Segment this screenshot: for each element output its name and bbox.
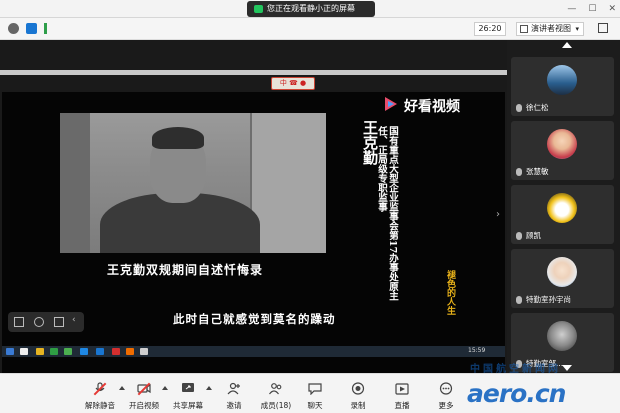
- more-button[interactable]: 更多: [426, 380, 466, 412]
- screen-share-indicator[interactable]: 您正在观看静小正的屏幕: [247, 1, 375, 17]
- participant-tile[interactable]: 顾凯: [511, 185, 614, 244]
- subject-title: 国有重点大型企业监事会第17办事处原主任、正局级专职监事: [376, 126, 398, 301]
- share-screen-icon: [182, 383, 194, 392]
- app-icon: [126, 348, 134, 355]
- scroll-down-icon[interactable]: [562, 365, 572, 371]
- close-icon[interactable]: ✕: [608, 4, 616, 14]
- remote-taskbar: 15:59: [2, 346, 505, 357]
- shield-icon[interactable]: [26, 23, 37, 34]
- participant-tile[interactable]: 张慧敏: [511, 121, 614, 180]
- more-label: 更多: [438, 401, 454, 410]
- participant-name: 张慧敏: [526, 167, 549, 176]
- emoji-icon[interactable]: [34, 317, 44, 327]
- scroll-up-icon[interactable]: [562, 42, 572, 48]
- participant-name: 顾凯: [526, 231, 541, 240]
- video-photo: [60, 113, 326, 253]
- remote-window-title: 中 ☎ ●: [271, 77, 315, 90]
- members-icon: [269, 383, 282, 395]
- avatar: [547, 129, 577, 159]
- fullscreen-icon[interactable]: [598, 23, 608, 33]
- title-bar: 您正在观看静小正的屏幕 — ☐ ✕: [0, 0, 620, 18]
- screen-share-icon: [254, 5, 263, 13]
- brand-watermark: 好看视频: [404, 99, 460, 115]
- microphone-icon: [516, 296, 522, 304]
- participant-tile[interactable]: 徐仁松: [511, 57, 614, 116]
- participant-name: 特勤室孙宇尚: [526, 295, 571, 304]
- chevron-down-icon: ▾: [575, 25, 579, 33]
- app-icon: [112, 348, 120, 355]
- video-caption-top: 王克勤双规期间自述忏悔录: [107, 263, 264, 277]
- participant-tile[interactable]: 特勤室孙宇尚: [511, 249, 614, 308]
- live-button[interactable]: 直播: [382, 380, 422, 412]
- screen-share-label: 您正在观看静小正的屏幕: [267, 4, 355, 13]
- record-button[interactable]: 录制: [338, 380, 378, 412]
- remote-clock: 15:59: [468, 347, 486, 354]
- start-icon: [6, 348, 14, 355]
- brand-logo-icon: [385, 97, 397, 111]
- avatar: [547, 65, 577, 95]
- info-icon[interactable]: [8, 23, 19, 34]
- meeting-window: 您正在观看静小正的屏幕 — ☐ ✕ 26:20 演讲者视图 ▾ 中 ☎ ● 好看…: [0, 0, 620, 413]
- video-caption-bottom: 此时自己就感觉到莫名的躁动: [173, 312, 336, 326]
- microphone-icon: [516, 232, 522, 240]
- chat-button[interactable]: 聊天: [295, 380, 335, 412]
- invite-button[interactable]: 邀请: [214, 380, 254, 412]
- avatar: [547, 257, 577, 287]
- app-icon: [36, 348, 44, 355]
- layout-icon[interactable]: [14, 317, 24, 327]
- live-icon: [395, 383, 409, 395]
- speaker-view-button[interactable]: 演讲者视图 ▾: [516, 22, 584, 36]
- app-icon: [50, 348, 58, 355]
- signal-icon[interactable]: [44, 23, 55, 34]
- start-video-button[interactable]: 开启视频: [124, 380, 164, 412]
- window-controls: — ☐ ✕: [567, 0, 616, 18]
- grid-icon: [520, 25, 528, 33]
- meeting-info-bar: 26:20 演讲者视图 ▾: [0, 18, 620, 40]
- avatar: [547, 193, 577, 223]
- meeting-timer: 26:20: [474, 22, 506, 36]
- minimize-icon[interactable]: —: [567, 4, 576, 14]
- microphone-icon: [516, 104, 522, 112]
- microphone-icon: [516, 168, 522, 176]
- unmute-button[interactable]: 解除静音: [80, 380, 120, 412]
- more-icon: [439, 382, 453, 395]
- maximize-icon[interactable]: ☐: [588, 4, 596, 14]
- share-screen-button[interactable]: 共享屏幕: [168, 380, 208, 412]
- app-icon: [80, 348, 88, 355]
- record-icon: [351, 382, 365, 395]
- speaker-view-label: 演讲者视图: [531, 24, 571, 33]
- chevron-up-icon[interactable]: [206, 386, 212, 390]
- share-screen-label: 共享屏幕: [173, 401, 203, 410]
- chevron-left-icon[interactable]: ‹: [72, 315, 82, 325]
- participant-name: 徐仁松: [526, 103, 549, 112]
- app-icon: [20, 348, 28, 355]
- avatar: [547, 321, 577, 351]
- share-annotation-controls: ‹: [8, 312, 84, 332]
- chevron-right-icon[interactable]: ›: [496, 209, 500, 220]
- series-tag: 褪色的人生: [445, 270, 455, 315]
- participants-panel: 徐仁松 张慧敏 顾凯 特勤室孙宇尚 特勤室邹...: [507, 40, 620, 373]
- chat-icon: [308, 383, 322, 395]
- app-icon: [96, 348, 104, 355]
- app-icon: [140, 348, 148, 355]
- chat-bubble-icon[interactable]: [54, 317, 64, 327]
- invite-icon: [227, 382, 240, 395]
- remote-window-titlebar: [0, 70, 507, 75]
- app-icon: [64, 348, 72, 355]
- site-watermark: aero.cn: [467, 379, 566, 408]
- watermark-subtitle: 中国航空新闻网: [470, 364, 561, 375]
